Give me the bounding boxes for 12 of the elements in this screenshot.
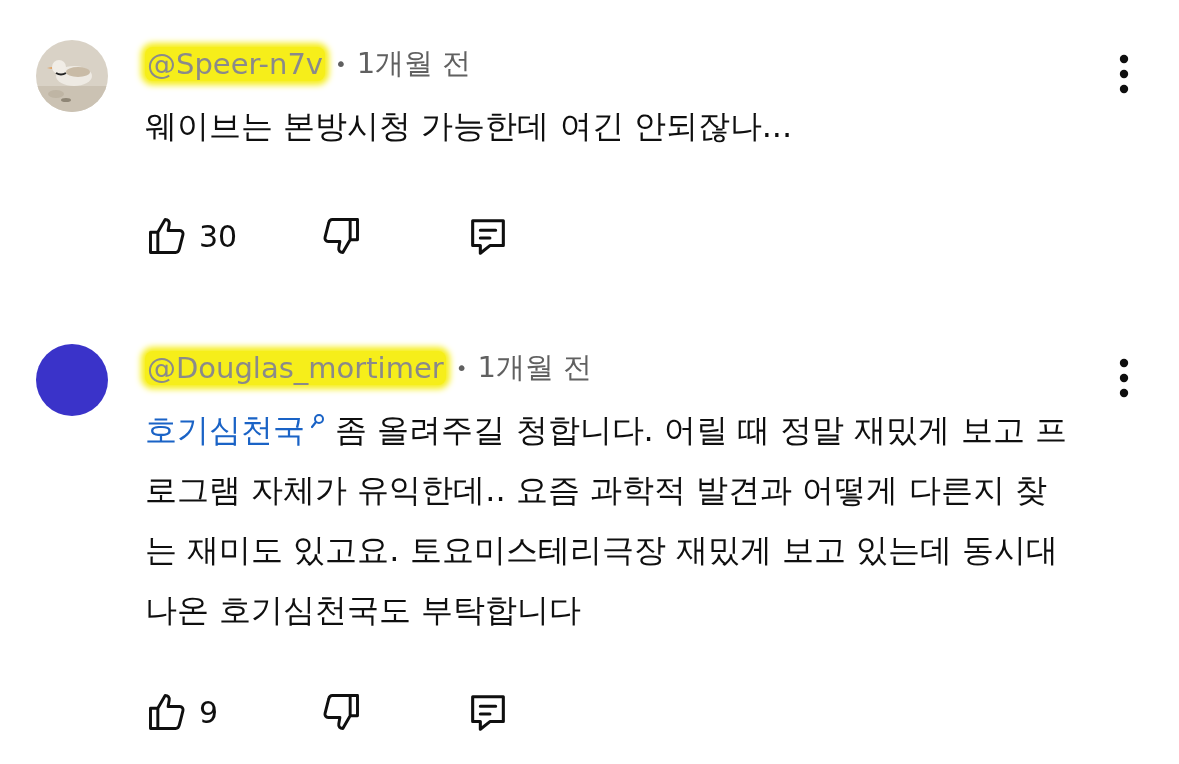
separator: • xyxy=(335,52,347,76)
like-button[interactable]: 9 xyxy=(145,690,319,734)
hashtag-link[interactable]: 호기심천국 xyxy=(145,411,325,449)
search-icon xyxy=(311,413,325,430)
comment-text: 웨이브는 본방시청 가능한데 여긴 안되잖나... xyxy=(145,106,794,147)
more-options-icon xyxy=(1119,358,1129,398)
timestamp: 1개월 전 xyxy=(356,45,472,82)
like-button[interactable]: 30 xyxy=(145,214,319,258)
more-options-icon xyxy=(1119,54,1129,94)
separator: • xyxy=(455,356,468,380)
comment-text: 호기심천국 좀 올려주길 청합니다. 어릴 때 정말 재밌게 보고 프로그램 자체가 유익한데.. 요즘 과학적 발견과 어떻게 다른지 찾는 재미도 있고요. 토요미스테리극장 재밌게 보고 있는데 동시대 나온 호기심천국도 부탁합니다 xyxy=(145,410,1068,631)
timestamp: 1개월 전 xyxy=(477,349,593,386)
